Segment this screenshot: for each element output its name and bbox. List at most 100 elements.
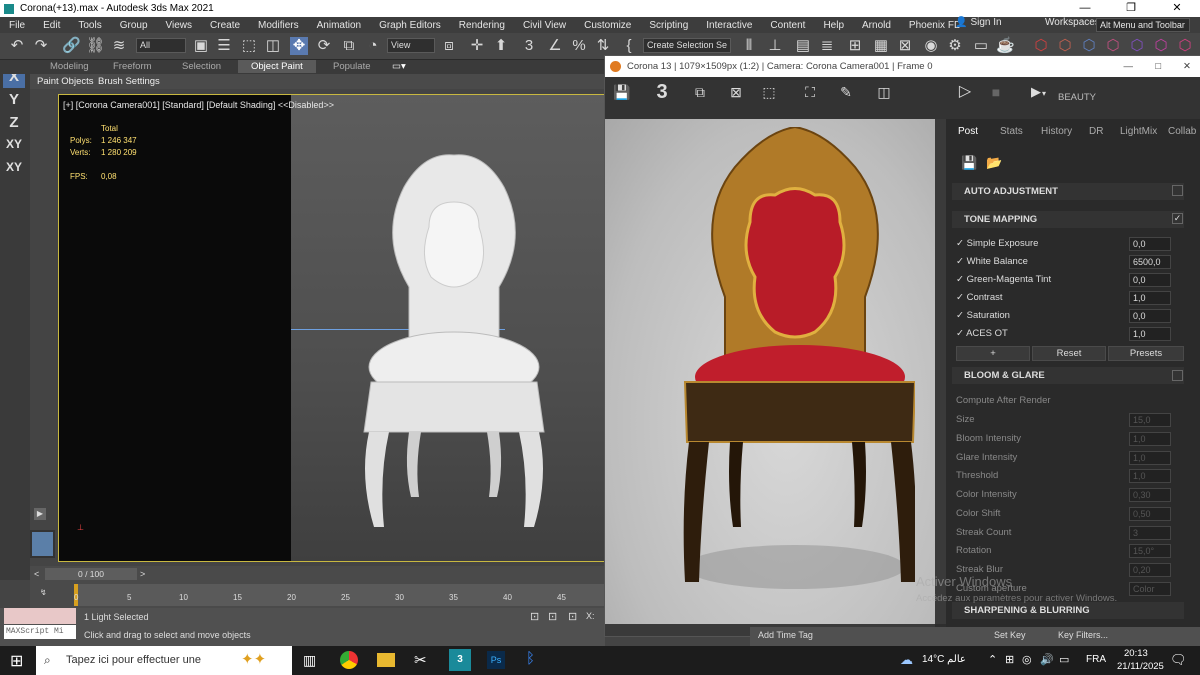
value-input[interactable]: 0,0 [1129, 309, 1171, 323]
vfb-maximize-button[interactable]: □ [1155, 56, 1161, 77]
keyboard-shortcut-icon[interactable]: ⬆ [492, 37, 510, 55]
menu-create[interactable]: Create [201, 20, 249, 31]
pivot-center-icon[interactable]: ⧈ [440, 37, 458, 55]
notifications-icon[interactable]: 🗨 [1170, 652, 1187, 668]
ribbon-tab-populate[interactable]: Populate [333, 61, 371, 72]
set-key-button[interactable]: Set Key [994, 630, 1026, 640]
tone-mapping-checkbox[interactable]: ✓ [1172, 213, 1183, 224]
percent-snap-icon[interactable]: % [570, 37, 588, 55]
mirror-icon[interactable]: ⫴ [740, 37, 758, 55]
window-crossing-icon[interactable]: ◫ [264, 37, 282, 55]
maxscript-input[interactable]: MAXScript Mi [4, 625, 76, 639]
value-input[interactable]: 15,0 [1129, 413, 1171, 427]
toggle-panel-icon[interactable]: ◫ [873, 82, 895, 102]
value-input[interactable]: 15,0° [1129, 544, 1171, 558]
reference-coordinate-dropdown[interactable]: View [387, 38, 435, 53]
rendered-image[interactable] [605, 119, 935, 624]
tone-mapping-header[interactable]: TONE MAPPING [952, 211, 1184, 228]
snaps-toggle-icon[interactable]: 3 [520, 37, 538, 55]
render-stop-icon[interactable]: ■ [985, 82, 1007, 102]
frame-slider[interactable]: 0 / 100 [45, 568, 137, 580]
menu-content[interactable]: Content [761, 20, 814, 31]
mini-curve-icon[interactable]: ↯ [40, 588, 47, 597]
angle-snap-icon[interactable]: ∠ [546, 37, 564, 55]
menu-civil-view[interactable]: Civil View [514, 20, 575, 31]
phoenix-ocean-icon[interactable]: ⬡ [1152, 37, 1170, 55]
vfb-minimize-button[interactable]: — [1124, 56, 1134, 77]
next-frame-icon[interactable]: > [140, 569, 145, 579]
auto-adjustment-checkbox[interactable] [1172, 185, 1183, 196]
wifi-icon[interactable]: ◎ [1022, 653, 1032, 666]
phoenix-liquid-icon[interactable]: ⬡ [1104, 37, 1122, 55]
network-icon[interactable]: ⊞ [1005, 653, 1014, 666]
axis-xy-button[interactable]: XY [3, 137, 25, 157]
clock-date[interactable]: 21/11/2025 [1117, 661, 1164, 672]
value-input[interactable]: Color [1129, 582, 1171, 596]
rotate-icon[interactable]: ⟳ [315, 37, 333, 55]
redo-icon[interactable]: ↷ [32, 37, 50, 55]
axis-z-button[interactable]: Z [3, 114, 25, 134]
presets-button[interactable]: Presets [1108, 346, 1184, 361]
tray-chevron-icon[interactable]: ⌃ [988, 653, 997, 666]
maximize-button[interactable]: ❐ [1108, 0, 1154, 17]
menu-help[interactable]: Help [814, 20, 853, 31]
axis-y-button[interactable]: Y [3, 91, 25, 111]
close-button[interactable]: ✕ [1154, 0, 1200, 17]
menu-customize[interactable]: Customize [575, 20, 640, 31]
ribbon-tab-modeling[interactable]: Modeling [50, 61, 89, 72]
render-scrollbar[interactable] [935, 119, 946, 624]
select-by-name-icon[interactable]: ☰ [215, 37, 233, 55]
menu-interactive[interactable]: Interactive [697, 20, 761, 31]
brush-settings-panel[interactable]: Brush Settings [98, 76, 160, 87]
curve-editor-icon[interactable]: ▦ [872, 37, 890, 55]
scale-icon[interactable]: ⧉ [340, 37, 358, 55]
arnold-icon[interactable]: ⬡ [1032, 37, 1050, 55]
menu-views[interactable]: Views [157, 20, 202, 31]
prev-frame-icon[interactable]: < [34, 569, 39, 579]
render-element-selector[interactable]: BEAUTY [1058, 92, 1096, 103]
clear-icon[interactable]: ⊠ [725, 82, 747, 102]
bind-spacewarp-icon[interactable]: ≋ [110, 37, 128, 55]
value-input[interactable]: 1,0 [1129, 327, 1171, 341]
vfb-close-button[interactable]: ✕ [1183, 56, 1191, 77]
clock-time[interactable]: 20:13 [1124, 648, 1148, 659]
chrome-icon[interactable] [340, 651, 358, 669]
menu-rendering[interactable]: Rendering [450, 20, 514, 31]
paint-objects-panel[interactable]: Paint Objects [37, 76, 94, 87]
graphite-toggle-icon[interactable]: ⊞ [846, 37, 864, 55]
edit-named-sets-icon[interactable]: { [620, 37, 638, 55]
corona-3-icon[interactable]: 3 [651, 82, 673, 102]
fit-icon[interactable]: ⛶ [799, 82, 821, 102]
pick-material-icon[interactable]: ✎ [835, 82, 857, 102]
load-preset-icon[interactable]: 📂 [986, 155, 1002, 171]
absolute-mode-icon[interactable]: ⊡ [568, 610, 577, 623]
value-input[interactable]: 1,0 [1129, 432, 1171, 446]
menu-animation[interactable]: Animation [308, 20, 370, 31]
key-filters-button[interactable]: Key Filters... [1058, 630, 1108, 640]
value-input[interactable]: 0,20 [1129, 563, 1171, 577]
battery-icon[interactable]: ▭ [1059, 653, 1069, 666]
task-view-icon[interactable]: ▥ [303, 652, 316, 669]
volume-icon[interactable]: 🔊 [1040, 653, 1054, 666]
value-input[interactable]: 1,0 [1129, 451, 1171, 465]
ribbon-options-icon[interactable]: ▭▾ [392, 61, 406, 72]
menu-modifiers[interactable]: Modifiers [249, 20, 308, 31]
bloom-glare-header[interactable]: BLOOM & GLARE [952, 367, 1184, 384]
save-icon[interactable]: 💾 [611, 82, 633, 102]
add-operator-button[interactable]: + [956, 346, 1030, 361]
lock-selection-icon[interactable]: ⊡ [548, 610, 557, 623]
place-icon[interactable]: ◔ [364, 37, 382, 55]
render-setup-icon[interactable]: ⚙ [946, 37, 964, 55]
bloom-glare-checkbox[interactable] [1172, 370, 1183, 381]
schematic-view-icon[interactable]: ⊠ [896, 37, 914, 55]
expand-arrow-icon[interactable]: ▶ [34, 508, 46, 520]
isolate-selection-icon[interactable]: ⊡ [530, 610, 539, 623]
weather-icon[interactable]: ☁ [900, 652, 913, 668]
gimp-icon[interactable]: ✂ [414, 651, 427, 669]
weather-text[interactable]: 14°C عالم [922, 654, 966, 665]
menu-edit[interactable]: Edit [34, 20, 69, 31]
value-input[interactable]: 3 [1129, 526, 1171, 540]
input-language[interactable]: FRA [1086, 654, 1106, 665]
taskbar-search-box[interactable]: ⌕ Tapez ici pour effectuer une ✦✦ [36, 646, 292, 675]
align-icon[interactable]: ⊥ [766, 37, 784, 55]
